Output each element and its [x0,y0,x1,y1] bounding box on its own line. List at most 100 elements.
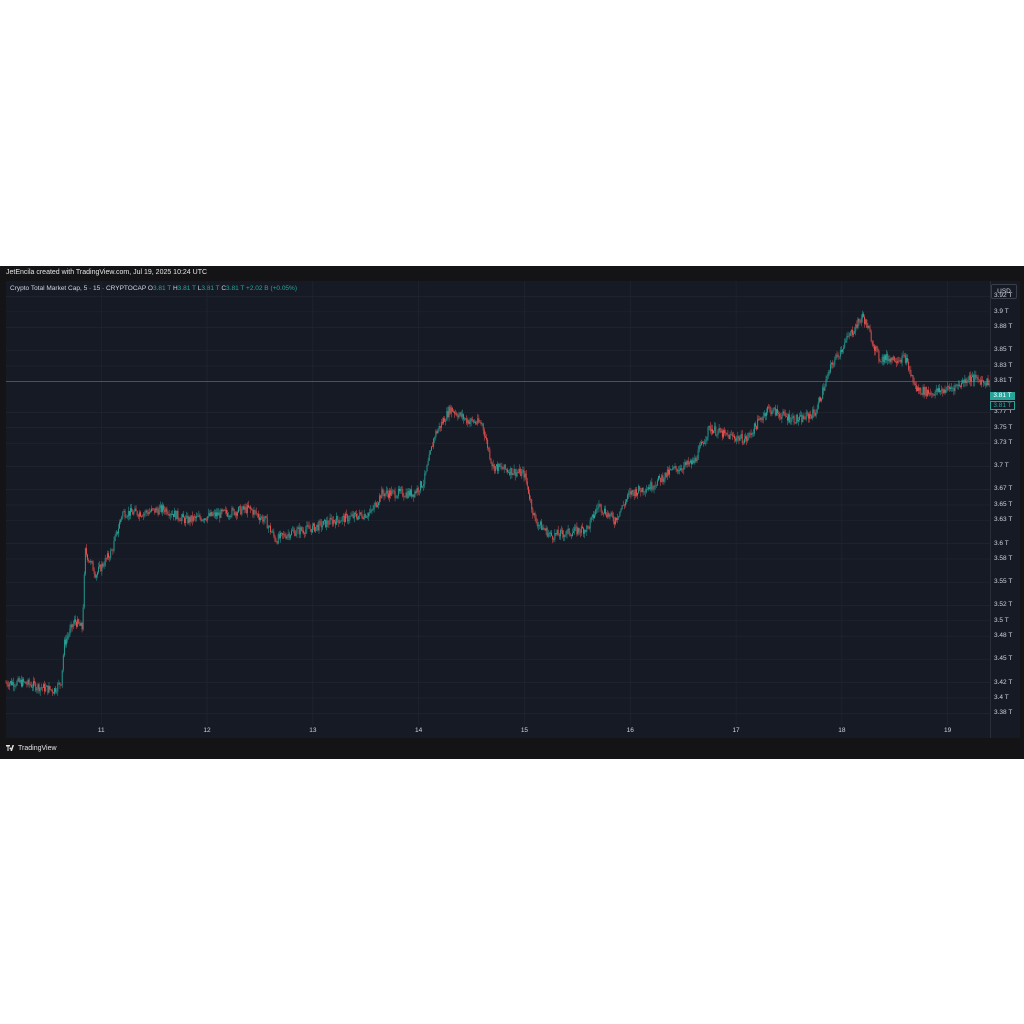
candle [661,473,663,483]
candle [223,509,225,512]
candle-body [152,508,154,510]
candle-body [218,512,220,516]
candle-body [480,422,482,425]
candle [522,466,524,474]
candle [122,511,124,520]
candle-body [421,481,422,488]
candle-body [443,418,445,424]
candle-body [102,563,104,567]
candle [497,461,499,474]
candle [437,428,439,434]
candle [893,356,895,362]
candle-body [824,386,826,391]
candle-body [79,623,81,626]
candle-body [55,688,57,692]
candle [369,508,371,517]
candle-body [524,473,526,478]
candle-body [533,512,535,515]
candle-body [156,508,158,511]
candle-body [734,435,735,439]
y-tick-label: 3.73 T [994,439,1013,447]
candle-body [35,683,37,691]
candle-body [246,505,248,514]
candle [914,381,916,390]
candle-body [904,355,906,363]
candle [655,484,657,488]
candle-body [816,408,818,413]
candle-body [724,430,726,434]
candle-body [62,655,64,670]
candle-body [278,534,280,539]
candle [413,494,415,502]
candle [406,488,408,500]
candle [718,424,720,434]
candle-body [453,411,454,413]
candle [451,407,453,412]
candle-body [637,492,638,496]
candle-body [67,636,69,639]
candle [559,528,561,540]
candle [402,486,404,498]
candle-body [11,681,12,685]
candle-body [136,510,138,516]
candle-body [692,460,694,465]
candle-body [81,622,83,630]
candle [210,509,212,518]
candle [858,318,860,326]
candle-body [291,530,292,535]
candle [63,637,65,658]
candle-body [651,482,653,490]
candle-body [128,511,130,516]
candle-body [122,512,124,517]
candle-body [803,415,805,419]
candle [486,433,487,444]
candle-body [457,415,459,418]
candle [860,314,862,327]
candle [175,509,177,521]
candle-body [943,389,945,394]
candle [516,469,518,477]
candle-body [960,386,961,387]
candle-body [900,359,902,363]
candle-body [685,462,687,465]
candle [28,677,30,689]
candle-body [810,414,812,416]
x-tick-label: 14 [415,727,423,734]
candle [259,513,260,525]
candle [529,489,530,501]
candle-body [656,480,658,486]
candle-body [289,534,291,538]
candle [648,484,650,492]
candle-body [461,414,463,417]
candle-body [834,359,836,365]
candle-body [715,426,717,436]
candle-body [939,388,940,392]
candle-body [30,685,32,688]
candle [458,411,460,419]
candle-body [17,678,19,681]
candle [781,412,783,424]
candle [775,408,777,417]
candle-body [440,422,442,428]
candle-body [459,412,461,415]
candle-body [597,507,599,509]
candle [667,467,669,477]
candle-body [748,433,750,438]
candle-body [466,418,468,424]
candle-body [719,428,721,433]
candle-body [522,470,524,472]
candle-body [379,495,381,503]
tradingview-logo[interactable]: TradingView [6,745,57,752]
candle-body [946,386,948,390]
candle-body [140,512,141,517]
candle-body [494,466,496,472]
candle [182,511,184,518]
candle [313,522,314,530]
candle-body [871,341,873,345]
candle-body [731,434,733,437]
candle [383,490,385,501]
candle-body [157,510,159,515]
candle-body [245,507,247,514]
candle [187,512,189,525]
candle [84,547,86,576]
